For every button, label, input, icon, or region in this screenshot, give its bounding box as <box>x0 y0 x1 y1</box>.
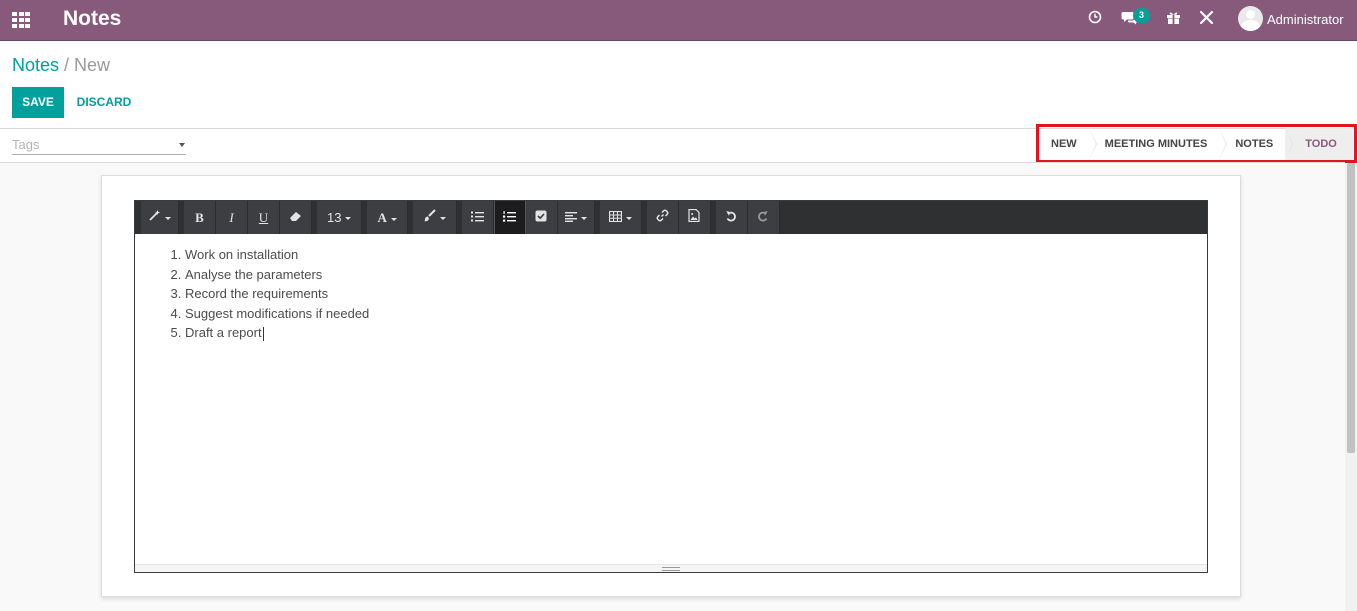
table-icon[interactable] <box>599 201 642 234</box>
editor-toolbar: B I U 13 A <box>135 201 1207 234</box>
font-size-value: 13 <box>327 210 342 225</box>
stage-label: MEETING MINUTES <box>1104 138 1208 150</box>
list-item: Record the requirements <box>185 284 1207 304</box>
chevron-down-icon[interactable] <box>179 143 185 147</box>
stage-label: NOTES <box>1235 138 1274 150</box>
numbered-list: Work on installation Analyse the paramet… <box>185 245 1207 343</box>
tools-icon[interactable] <box>1196 10 1216 31</box>
font-color-label: A <box>377 210 387 225</box>
font-size-dropdown[interactable]: 13 <box>317 201 363 234</box>
stage-todo[interactable]: TODO <box>1285 128 1353 161</box>
grip-icon <box>662 567 680 571</box>
list-item-text: Draft a report <box>185 325 262 340</box>
bullet-list-icon[interactable] <box>461 201 494 234</box>
breadcrumb-separator: / <box>64 55 70 75</box>
align-dropdown[interactable] <box>557 201 595 234</box>
note-editor[interactable]: B I U 13 A 1. Work on installation 2. An… <box>134 200 1208 573</box>
paintbrush-icon[interactable] <box>412 201 457 234</box>
gift-icon[interactable] <box>1163 10 1183 31</box>
stage-notes[interactable]: NOTES <box>1219 128 1294 161</box>
undo-icon[interactable] <box>715 201 748 234</box>
stage-label: TODO <box>1305 138 1337 150</box>
apps-menu-icon[interactable] <box>12 12 30 28</box>
stage-meeting-minutes[interactable]: MEETING MINUTES <box>1089 128 1228 161</box>
image-icon[interactable] <box>678 201 711 234</box>
numbered-list-icon[interactable] <box>493 201 526 234</box>
app-title: Notes <box>63 7 122 30</box>
stage-label: NEW <box>1051 138 1077 150</box>
stage-new[interactable]: NEW <box>1040 128 1097 161</box>
checklist-icon[interactable] <box>525 201 558 234</box>
magic-wand-style-button[interactable] <box>141 201 179 234</box>
font-color-dropdown[interactable]: A <box>367 201 408 234</box>
chat-badge: 3 <box>1133 8 1150 23</box>
avatar[interactable] <box>1238 6 1263 31</box>
breadcrumb-parent-link[interactable]: Notes <box>12 55 59 75</box>
list-item: Analyse the parameters <box>185 265 1207 285</box>
redo-icon[interactable] <box>747 201 780 234</box>
breadcrumb-current: New <box>74 55 111 75</box>
list-item: Work on installation <box>185 245 1207 265</box>
bold-button[interactable]: B <box>184 201 216 234</box>
text-cursor <box>262 326 264 341</box>
tags-placeholder: Tags <box>12 137 40 152</box>
editor-content[interactable]: Work on installation Analyse the paramet… <box>135 235 1207 565</box>
tags-input[interactable]: Tags <box>12 137 186 155</box>
list-item: Draft a report <box>185 323 1207 343</box>
scrollbar[interactable] <box>1345 163 1357 611</box>
underline-button[interactable]: U <box>248 201 280 234</box>
discard-button[interactable]: DISCARD <box>69 87 139 118</box>
italic-button[interactable]: I <box>216 201 248 234</box>
clock-icon[interactable] <box>1085 10 1105 30</box>
list-item: Suggest modifications if needed <box>185 304 1207 324</box>
user-menu[interactable]: Administrator <box>1267 12 1344 27</box>
stage-statusbar: NEW MEETING MINUTES NOTES TODO <box>1040 128 1353 161</box>
breadcrumb: Notes / New <box>12 55 110 76</box>
link-icon[interactable] <box>646 201 679 234</box>
top-navbar: Notes 3 Administrator <box>0 0 1357 41</box>
eraser-icon[interactable] <box>280 201 312 234</box>
editor-resize-handle[interactable] <box>135 564 1207 572</box>
save-button[interactable]: SAVE <box>12 87 64 118</box>
